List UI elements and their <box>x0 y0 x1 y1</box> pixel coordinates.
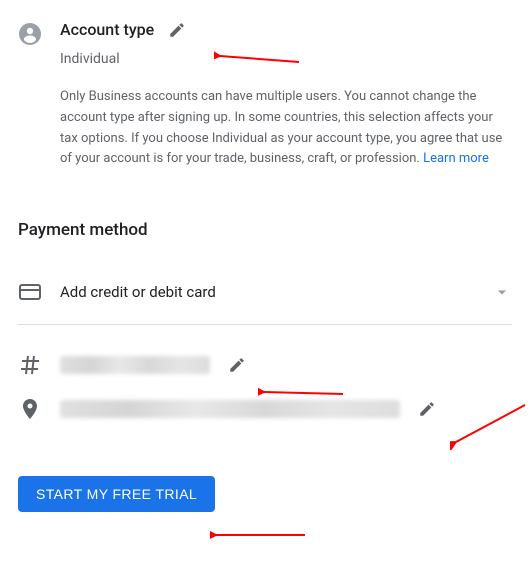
chevron-down-icon <box>492 282 512 302</box>
edit-account-type-icon[interactable] <box>168 21 186 39</box>
card-number-row <box>18 343 512 387</box>
annotation-arrow <box>210 525 310 545</box>
payment-method-heading: Payment method <box>18 220 512 240</box>
add-card-label: Add credit or debit card <box>60 283 474 301</box>
person-icon <box>18 22 42 46</box>
address-value <box>60 400 400 418</box>
account-type-title: Account type <box>60 20 154 39</box>
learn-more-link[interactable]: Learn more <box>423 151 489 166</box>
credit-card-icon <box>18 280 42 304</box>
add-card-row[interactable]: Add credit or debit card <box>18 268 512 316</box>
divider <box>18 324 512 325</box>
edit-address-icon[interactable] <box>418 400 436 418</box>
address-row <box>18 387 512 431</box>
account-type-value: Individual <box>60 51 512 67</box>
edit-card-number-icon[interactable] <box>228 356 246 374</box>
account-type-description: Only Business accounts can have multiple… <box>60 87 512 170</box>
location-icon <box>18 397 42 421</box>
hash-icon <box>18 353 42 377</box>
card-number-value <box>60 356 210 374</box>
start-trial-button[interactable]: START MY FREE TRIAL <box>18 476 215 512</box>
